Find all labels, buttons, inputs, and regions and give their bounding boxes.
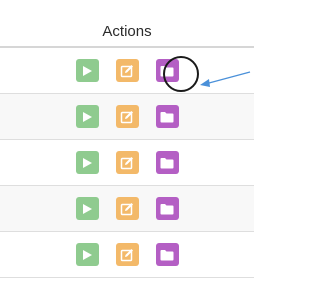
play-icon	[83, 203, 92, 214]
actions-column-panel: Actions	[0, 0, 254, 290]
table-row	[0, 232, 254, 278]
run-button[interactable]	[75, 151, 99, 174]
edit-icon	[120, 64, 133, 77]
play-icon	[83, 65, 92, 76]
run-button[interactable]	[75, 59, 99, 82]
edit-icon	[120, 156, 133, 169]
table-row	[0, 186, 254, 232]
run-button[interactable]	[75, 105, 99, 128]
folder-button[interactable]	[155, 59, 179, 82]
folder-icon	[160, 111, 174, 122]
folder-button[interactable]	[155, 105, 179, 128]
edit-icon	[120, 110, 133, 123]
folder-icon	[160, 65, 174, 76]
edit-icon	[120, 248, 133, 261]
actions-header-label: Actions	[102, 22, 152, 40]
folder-icon	[160, 249, 174, 260]
play-icon	[83, 249, 92, 260]
table-row	[0, 48, 254, 94]
folder-button[interactable]	[155, 197, 179, 220]
play-icon	[83, 111, 92, 122]
folder-icon	[160, 203, 174, 214]
folder-button[interactable]	[155, 243, 179, 266]
run-button[interactable]	[75, 243, 99, 266]
edit-button[interactable]	[115, 151, 139, 174]
edit-button[interactable]	[115, 59, 139, 82]
play-icon	[83, 157, 92, 168]
folder-icon	[160, 157, 174, 168]
edit-button[interactable]	[115, 243, 139, 266]
run-button[interactable]	[75, 197, 99, 220]
edit-button[interactable]	[115, 105, 139, 128]
table-row	[0, 94, 254, 140]
table-row	[0, 140, 254, 186]
edit-button[interactable]	[115, 197, 139, 220]
actions-column-header: Actions	[0, 0, 254, 48]
edit-icon	[120, 202, 133, 215]
folder-button[interactable]	[155, 151, 179, 174]
